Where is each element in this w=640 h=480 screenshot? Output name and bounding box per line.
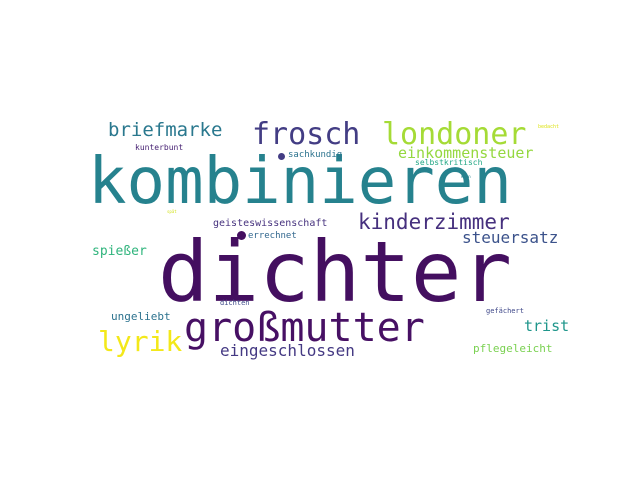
word-errechnet: errechnet: [248, 231, 297, 241]
word-steuersatz: steuersatz: [462, 228, 559, 247]
word-briefmarke: briefmarke: [108, 119, 223, 141]
word-selbstkritisch: selbstkritisch: [415, 158, 483, 167]
word-bedacht: bedacht: [538, 124, 560, 130]
word-spaet: spät: [167, 209, 177, 214]
word-lyrik: lyrik: [98, 325, 183, 358]
word-pflegeleicht: pflegeleicht: [473, 342, 553, 355]
word-kann: kann: [461, 174, 471, 179]
word-gefaechert: gefächert: [486, 307, 524, 315]
word-dichten: dichten: [220, 299, 250, 307]
word-spiesser: spießer: [92, 244, 147, 259]
word-kunterbunt: kunterbunt: [135, 143, 184, 152]
word-eingeschlossen: eingeschlossen: [220, 341, 355, 360]
word-ungeliebt: ungeliebt: [111, 310, 171, 323]
small-dot-marker: [278, 153, 285, 160]
word-frosch: frosch: [252, 117, 361, 152]
small-dot-marker: [237, 231, 246, 240]
word-geisteswissenschaft: geisteswissenschaft: [213, 218, 328, 229]
word-cloud: kombinieren dichter großmutter frosch lo…: [80, 120, 576, 368]
word-trist: trist: [524, 317, 570, 335]
word-sachkundig: sachkundig: [288, 150, 343, 160]
word-dichter: dichter: [158, 223, 513, 321]
